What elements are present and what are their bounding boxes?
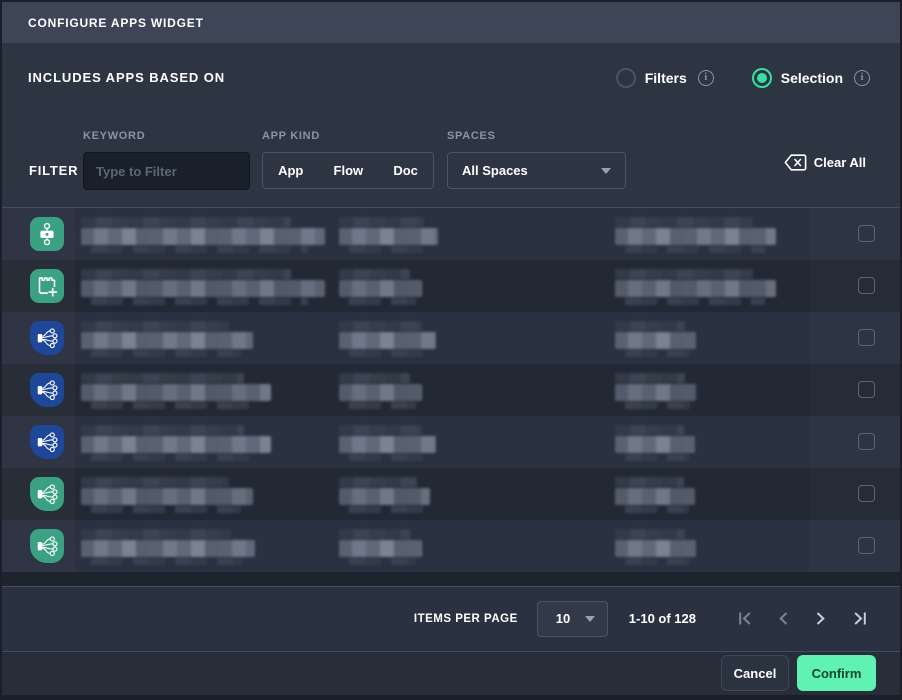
clear-backspace-icon: [784, 154, 807, 171]
previous-page-icon: [777, 611, 789, 626]
last-page-button[interactable]: [850, 610, 868, 628]
redacted-app-space: [615, 321, 696, 356]
mode-options: Filters i Selection i: [616, 68, 870, 88]
info-icon[interactable]: i: [698, 70, 714, 86]
apps-table: [2, 208, 900, 586]
row-select-checkbox[interactable]: [858, 225, 875, 242]
redacted-app-name: [81, 321, 253, 356]
modal-title: CONFIGURE APPS WIDGET: [28, 16, 204, 30]
modal-footer: Cancel Confirm: [2, 652, 900, 696]
clear-all-label: Clear All: [814, 155, 866, 170]
redacted-app-space: [615, 477, 695, 512]
page-size-dropdown[interactable]: 10: [537, 601, 608, 637]
flow-tree-icon: [30, 321, 64, 355]
keyword-input[interactable]: [83, 152, 250, 190]
row-select-checkbox[interactable]: [858, 277, 875, 294]
keyword-group: KEYWORD: [83, 130, 250, 207]
info-icon[interactable]: i: [854, 70, 870, 86]
radio-selection-label: Selection: [781, 70, 843, 86]
redacted-app-space: [615, 425, 695, 460]
chevron-down-icon: [601, 168, 611, 174]
row-select-checkbox[interactable]: [858, 433, 875, 450]
filter-caption: FILTER: [29, 163, 83, 178]
pagination-bar: ITEMS PER PAGE 10 1-10 of 128: [2, 586, 900, 652]
keyword-label: KEYWORD: [83, 130, 250, 142]
pagination-controls: ITEMS PER PAGE 10 1-10 of 128: [414, 601, 868, 637]
redacted-app-name: [81, 373, 271, 408]
cancel-button[interactable]: Cancel: [721, 655, 789, 691]
redacted-app-space: [615, 217, 776, 252]
redacted-app-name: [81, 217, 325, 252]
filter-section: FILTER KEYWORD APP KIND App Flow Doc SPA…: [2, 112, 900, 208]
row-select-checkbox[interactable]: [858, 381, 875, 398]
radio-circle-icon[interactable]: [616, 68, 636, 88]
mode-section: INCLUDES APPS BASED ON Filters i Selecti…: [2, 43, 900, 112]
confirm-button[interactable]: Confirm: [797, 655, 876, 691]
spaces-dropdown-value: All Spaces: [462, 163, 528, 178]
redacted-app-name: [81, 477, 253, 512]
next-page-button[interactable]: [812, 610, 830, 628]
flow-tree-icon: [30, 373, 64, 407]
radio-selection[interactable]: Selection i: [752, 68, 870, 88]
page-range-text: 1-10 of 128: [629, 611, 696, 626]
flow-tree-icon: [30, 529, 64, 563]
redacted-app-space: [615, 269, 776, 304]
flow-tree-icon: [30, 425, 64, 459]
spaces-label: SPACES: [447, 130, 626, 142]
board-add-icon: [30, 269, 64, 303]
app-row[interactable]: [2, 312, 900, 364]
redacted-app-space: [615, 529, 696, 564]
flow-tree-icon: [30, 477, 64, 511]
redacted-app-name: [81, 269, 325, 304]
app-kind-label: APP KIND: [262, 130, 434, 142]
redacted-app-name: [81, 425, 271, 460]
redacted-app-kind: [339, 477, 430, 512]
redacted-app-kind: [339, 373, 422, 408]
row-select-checkbox[interactable]: [858, 329, 875, 346]
modal-title-bar: CONFIGURE APPS WIDGET: [2, 2, 900, 43]
app-row[interactable]: [2, 416, 900, 468]
redacted-app-kind: [339, 529, 422, 564]
redacted-app-kind: [339, 269, 422, 304]
page-size-value: 10: [556, 611, 570, 626]
radio-filters-label: Filters: [645, 70, 687, 86]
page-nav-buttons: [736, 610, 868, 628]
redacted-app-name: [81, 529, 255, 564]
next-page-icon: [815, 611, 827, 626]
redacted-app-space: [615, 373, 696, 408]
spaces-dropdown[interactable]: All Spaces: [447, 152, 626, 189]
modal-body: CONFIGURE APPS WIDGET INCLUDES APPS BASE…: [2, 2, 900, 695]
row-select-checkbox[interactable]: [858, 485, 875, 502]
items-per-page-label: ITEMS PER PAGE: [414, 613, 518, 625]
first-page-icon: [738, 611, 753, 626]
app-kind-group: APP KIND App Flow Doc: [262, 130, 434, 207]
app-row[interactable]: [2, 260, 900, 312]
radio-circle-icon[interactable]: [752, 68, 772, 88]
app-kind-app-button[interactable]: App: [274, 163, 307, 178]
radio-filters[interactable]: Filters i: [616, 68, 714, 88]
app-row[interactable]: [2, 520, 900, 572]
app-row[interactable]: [2, 208, 900, 260]
redacted-app-kind: [339, 217, 438, 252]
first-page-button[interactable]: [736, 610, 754, 628]
chevron-down-icon: [585, 616, 595, 622]
app-kind-flow-button[interactable]: Flow: [330, 163, 368, 178]
mode-section-label: INCLUDES APPS BASED ON: [28, 70, 225, 85]
redacted-app-kind: [339, 425, 436, 460]
configure-apps-widget-modal: CONFIGURE APPS WIDGET INCLUDES APPS BASE…: [0, 0, 902, 700]
last-page-icon: [852, 611, 867, 626]
previous-page-button[interactable]: [774, 610, 792, 628]
spaces-group: SPACES All Spaces: [447, 130, 626, 207]
app-row[interactable]: [2, 468, 900, 520]
workflow-node-icon: [30, 217, 64, 251]
clear-all-button[interactable]: Clear All: [784, 152, 866, 172]
redacted-app-kind: [339, 321, 436, 356]
app-row[interactable]: [2, 364, 900, 416]
app-kind-doc-button[interactable]: Doc: [389, 163, 422, 178]
app-kind-segmented-control: App Flow Doc: [262, 152, 434, 189]
row-select-checkbox[interactable]: [858, 537, 875, 554]
clipped-next-row: [2, 572, 900, 578]
